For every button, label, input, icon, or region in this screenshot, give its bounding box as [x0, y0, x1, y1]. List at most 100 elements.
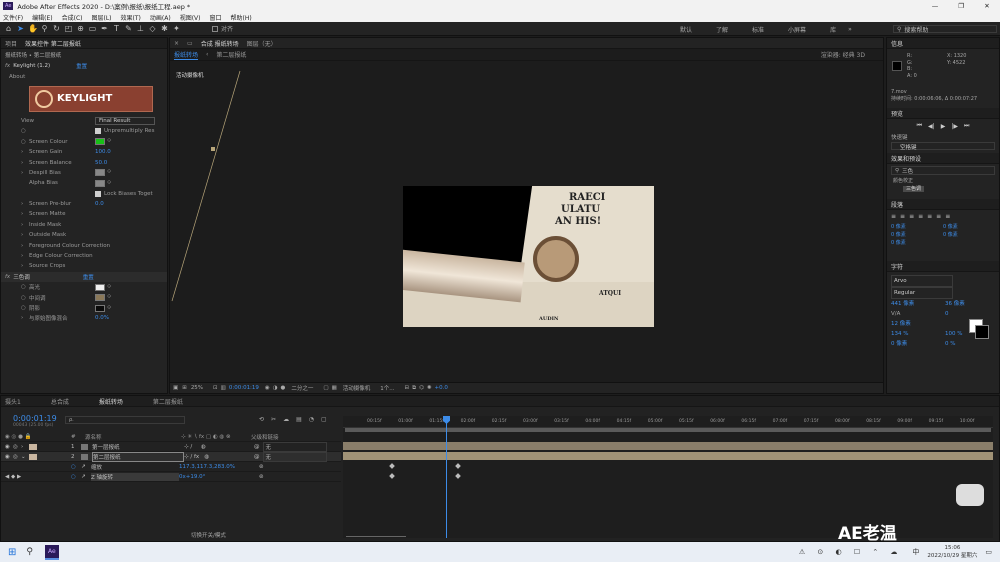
screen-balance-value[interactable]: 50.0 — [95, 160, 107, 166]
blend-value[interactable]: 0.0% — [95, 315, 109, 321]
flowchart-icon[interactable]: ⌬ — [419, 385, 424, 391]
despill-swatch[interactable] — [95, 169, 105, 177]
notification-icon[interactable]: ▭ — [985, 548, 992, 556]
menu-view[interactable]: 视图(V) — [180, 13, 201, 22]
keyframe-nav-icon[interactable]: ◀ ◆ ▶ — [5, 474, 71, 480]
menu-animation[interactable]: 动画(A) — [150, 13, 171, 22]
stopwatch-icon[interactable]: ○ — [21, 284, 29, 290]
type-tool-icon[interactable]: T — [112, 24, 121, 33]
eyedropper-icon[interactable]: ⟐ — [107, 294, 111, 301]
layer-2-parent[interactable]: 无 — [262, 451, 327, 462]
timeline-tab-camera[interactable]: 摄头1 — [5, 397, 21, 406]
align-right-icon[interactable]: ≡ — [909, 213, 914, 220]
visibility-icon[interactable]: ◉ — [5, 454, 13, 460]
group-screen-matte[interactable]: Screen Matte — [29, 211, 65, 217]
draft-icon[interactable]: ✂ — [271, 416, 276, 423]
motion-blur-icon[interactable]: ◔ — [309, 416, 314, 423]
graph-icon[interactable]: ↗ — [81, 474, 91, 480]
menu-window[interactable]: 窗口 — [209, 13, 221, 22]
alpha-bias-swatch[interactable] — [95, 179, 105, 187]
stopwatch-icon[interactable]: ○ — [71, 464, 81, 470]
layer-1-switches[interactable]: ⊹ ∕ ◍ — [184, 444, 254, 450]
audio-icon[interactable]: ◎ — [13, 454, 21, 460]
snapshot-icon[interactable]: ◉ — [265, 385, 270, 391]
timeline-tab-master[interactable]: 总合成 — [51, 397, 69, 406]
menu-help[interactable]: 帮助(H) — [231, 13, 252, 22]
parent-header[interactable]: 父级和链接 — [251, 433, 279, 441]
fx-icon[interactable]: fx — [5, 63, 10, 69]
indent-first[interactable]: 0 像素 — [891, 231, 943, 239]
screen-gain-value[interactable]: 100.0 — [95, 149, 111, 155]
zoom-dropdown[interactable]: 25% — [191, 385, 203, 391]
clone-tool-icon[interactable]: ⊥ — [136, 24, 145, 33]
justify-all-icon[interactable]: ≡ — [945, 213, 950, 220]
group-source-crops[interactable]: Source Crops — [29, 263, 65, 269]
visibility-icon[interactable]: ◉ — [5, 444, 13, 450]
menu-file[interactable]: 文件(F) — [3, 13, 23, 22]
tritone-reset-button[interactable]: 重置 — [83, 273, 94, 281]
brush-tool-icon[interactable]: ✎ — [124, 24, 133, 33]
effects-search-box[interactable]: ⚲ 三色 — [891, 166, 995, 175]
tab-effect-controls[interactable]: 效果控件 第二层报纸 — [25, 39, 81, 48]
timeline-timecode[interactable]: 0:00:01:19 — [13, 414, 57, 423]
workspace-default[interactable]: 默认 — [680, 25, 692, 34]
maximize-button[interactable]: ❐ — [948, 0, 974, 12]
midtones-swatch[interactable] — [95, 294, 105, 302]
expand-icon[interactable]: › — [21, 232, 29, 238]
justify-right-icon[interactable]: ≡ — [936, 213, 941, 220]
snap-checkbox[interactable] — [212, 25, 218, 32]
align-left-icon[interactable]: ≡ — [891, 213, 896, 220]
graph-icon[interactable]: ↗ — [81, 464, 91, 470]
layer-1-parent[interactable]: 无 — [262, 441, 327, 452]
last-frame-icon[interactable]: ⏭ — [964, 122, 969, 130]
expand-icon[interactable]: › — [21, 160, 29, 166]
hand-tool-icon[interactable]: ✋ — [28, 24, 38, 33]
exposure-value[interactable]: +0.0 — [435, 385, 448, 391]
menu-layer[interactable]: 图层(L) — [92, 13, 112, 22]
tab-character[interactable]: 字符 — [891, 262, 903, 271]
shadows-swatch[interactable] — [95, 304, 105, 312]
kerning-value[interactable]: V/A — [891, 309, 945, 319]
view-dropdown[interactable]: Final Result — [95, 116, 155, 125]
prev-frame-icon[interactable]: ◀| — [928, 123, 935, 130]
stroke-swatch[interactable] — [975, 325, 989, 339]
shortcut-dropdown[interactable]: 空格键 — [891, 142, 995, 151]
group-outside-mask[interactable]: Outside Mask — [29, 232, 66, 238]
prop-scale-value[interactable]: 117.3,117.3,283.0% — [179, 464, 259, 470]
expand-icon[interactable]: › — [21, 263, 29, 269]
workspace-standard[interactable]: 标准 — [752, 25, 764, 34]
parent-pick-whip-icon[interactable]: @ — [254, 444, 260, 450]
selection-tool-icon[interactable]: ➤ — [16, 24, 25, 33]
always-preview-icon[interactable]: ▣ — [173, 385, 178, 391]
vertical-scale-value[interactable]: 134 % — [891, 329, 945, 339]
style-dropdown[interactable]: Regular — [891, 287, 953, 299]
minimize-button[interactable]: — — [922, 0, 948, 12]
time-ruler[interactable]: 00:15f 01:00f 01:15f 02:00f 02:15f 03:00f 03:1… — [343, 416, 993, 428]
highlights-swatch[interactable] — [95, 283, 105, 291]
leading-value[interactable]: 36 像素 — [945, 299, 965, 309]
shy-icon[interactable]: ☁ — [283, 416, 289, 423]
stopwatch-icon[interactable]: ○ — [21, 128, 29, 134]
play-icon[interactable]: ▶ — [941, 123, 946, 130]
comp-timecode[interactable]: 0:00:01:19 — [229, 385, 259, 391]
next-frame-icon[interactable]: |▶ — [951, 123, 958, 130]
region-icon[interactable]: ▢ — [323, 385, 328, 391]
layer-1-name[interactable]: 第一层报纸 — [92, 443, 184, 451]
justify-left-icon[interactable]: ≡ — [918, 213, 923, 220]
eyedropper-icon[interactable]: ⟐ — [107, 169, 111, 176]
grid-icon[interactable]: ⊞ — [182, 385, 187, 391]
expand-icon[interactable]: › — [21, 222, 29, 228]
expand-icon[interactable]: › — [21, 201, 29, 207]
subtab-second-paper[interactable]: 第二层报纸 — [216, 50, 246, 59]
tracking-value[interactable]: 0 — [945, 309, 949, 319]
tab-preview[interactable]: 预览 — [891, 109, 903, 118]
clock-date[interactable]: 2022/10/29 星期六 — [927, 551, 977, 559]
expand-icon[interactable]: › — [21, 444, 29, 450]
font-size-value[interactable]: 441 像素 — [891, 299, 945, 309]
eyedropper-icon[interactable]: ⟐ — [107, 180, 111, 187]
prop-rotation-value[interactable]: 0x+19.0° — [179, 474, 259, 480]
eraser-tool-icon[interactable]: ◇ — [148, 24, 157, 33]
tray-icons[interactable]: ⚠ ⊙ ◐ ☐ ⌃ ☁ — [799, 548, 903, 556]
puppet-tool-icon[interactable]: ✦ — [172, 24, 181, 33]
subtab-transition[interactable]: 报纸转场 — [174, 50, 199, 60]
